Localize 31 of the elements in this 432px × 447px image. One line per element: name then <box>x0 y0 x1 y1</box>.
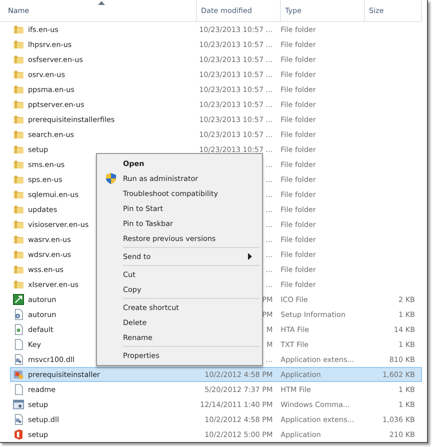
folder-icon <box>13 159 24 170</box>
folder-icon <box>13 144 24 155</box>
folder-icon <box>13 99 24 110</box>
text-file-icon <box>13 339 24 350</box>
folder-icon <box>13 174 24 185</box>
batch-file-icon <box>13 399 24 410</box>
dll-file-icon <box>13 414 24 425</box>
folder-icon <box>13 39 24 50</box>
document-icon <box>13 324 24 335</box>
image-file-icon <box>13 294 24 305</box>
folder-icon <box>13 84 24 95</box>
text-file-icon <box>13 384 24 395</box>
sort-arrow-icon <box>98 1 105 5</box>
folder-icon <box>13 279 24 290</box>
installer-icon <box>13 369 24 380</box>
folder-icon <box>13 249 24 260</box>
dll-file-icon <box>13 354 24 365</box>
settings-file-icon <box>13 309 24 320</box>
office-app-icon <box>13 429 24 440</box>
submenu-arrow-icon <box>248 253 252 260</box>
folder-icon <box>13 189 24 200</box>
shield-icon <box>106 173 116 184</box>
folder-icon <box>13 24 24 35</box>
folder-icon <box>13 114 24 125</box>
folder-icon <box>13 129 24 140</box>
folder-icon <box>13 219 24 230</box>
folder-icon <box>13 204 24 215</box>
folder-icon <box>13 69 24 80</box>
folder-icon <box>13 54 24 65</box>
folder-icon <box>13 264 24 275</box>
folder-icon <box>13 234 24 245</box>
